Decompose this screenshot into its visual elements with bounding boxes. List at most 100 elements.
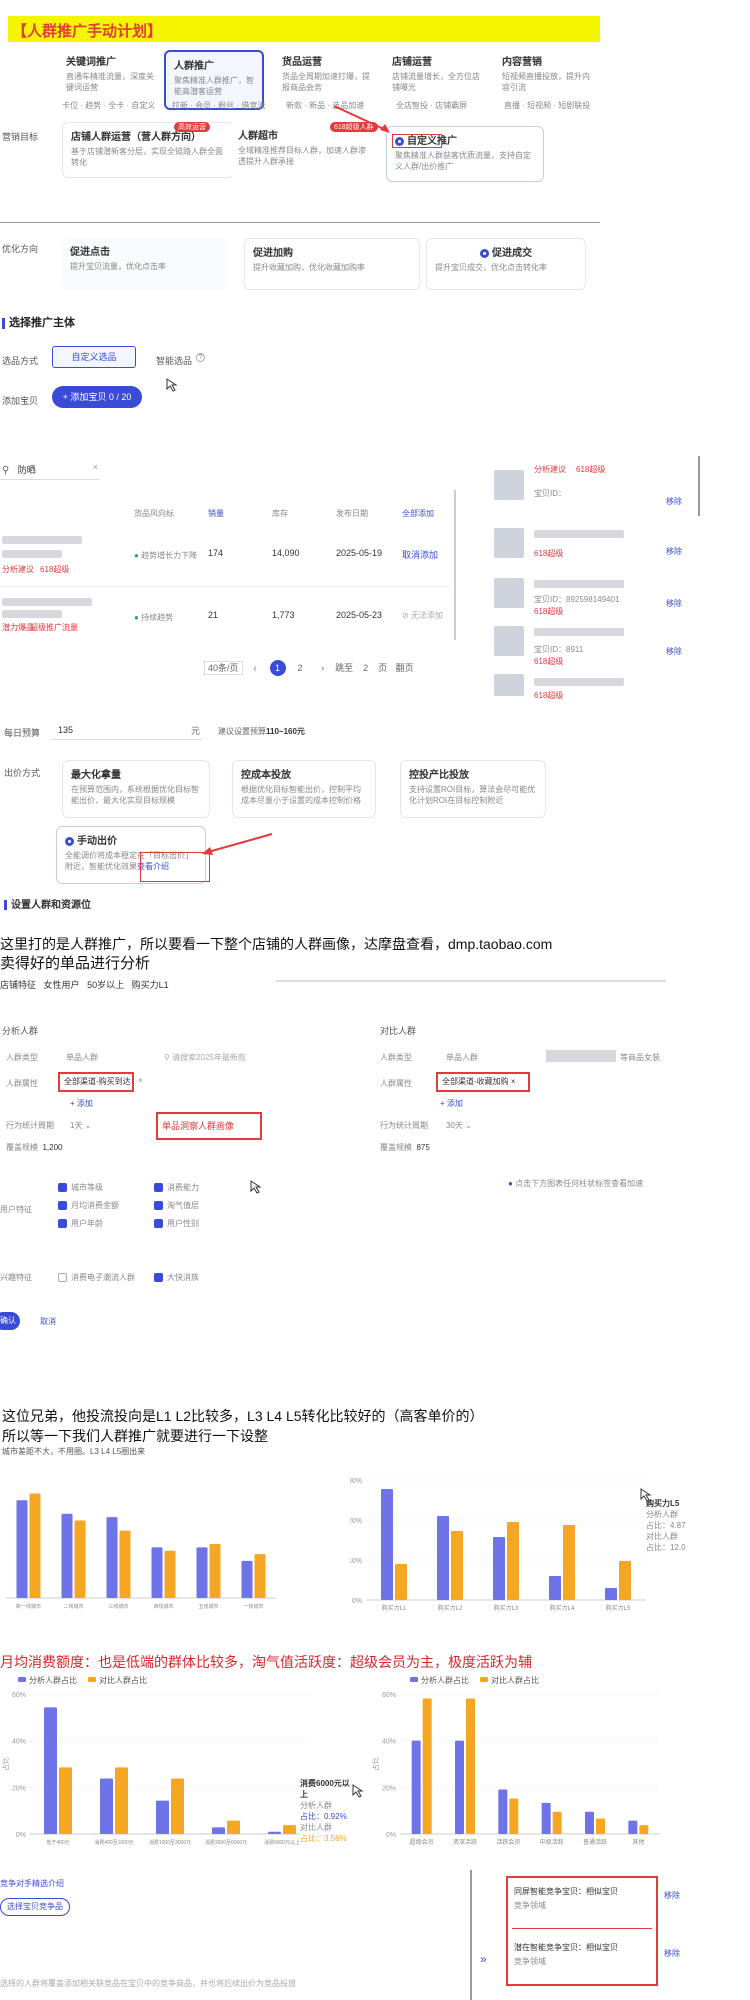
bar <box>16 1500 28 1598</box>
blurred-field <box>546 1050 616 1062</box>
remove-link[interactable]: 移除 <box>664 1890 680 1901</box>
check-city[interactable]: 城市等级 <box>58 1182 103 1193</box>
budget-value: 135 <box>58 725 74 735</box>
bar <box>44 1707 57 1834</box>
bid-max[interactable]: 最大化拿量 在预算范围内，系统根据优化目标智能出价，最大化实现目标规模 <box>62 760 210 818</box>
check-age[interactable]: 用户年龄 <box>58 1218 103 1229</box>
add-attr-link[interactable]: + 添加 <box>440 1098 463 1109</box>
chip-close-icon[interactable]: × <box>138 1076 143 1085</box>
remove-link[interactable]: 移除 <box>666 496 682 507</box>
x-tick-label: 购买力L1 <box>382 1604 407 1612</box>
scene-tags: 拉新 · 会员 · 粉丝 · 借竞流 <box>172 101 266 110</box>
bar <box>507 1522 519 1600</box>
city-level-chart: 新一线城市 二线城市 三线城市 四线城市 五线城市 一线城市 <box>6 1493 276 1610</box>
select-competitor-button[interactable]: 选择宝贝竞争品 <box>0 1898 70 1916</box>
x-tick-label: 低于400元 <box>46 1839 69 1846</box>
add-product-button[interactable]: + 添加宝贝 0 / 20 <box>52 386 142 408</box>
row-tag: 618超级 <box>40 565 70 574</box>
clear-icon[interactable]: × <box>93 462 98 472</box>
check-gender[interactable]: 用户性别 <box>154 1218 199 1229</box>
search-icon: ⚲ <box>2 465 10 476</box>
check-label: 消费能力 <box>167 1183 199 1192</box>
optimize-deal[interactable]: 促进成交 提升宝贝成交，优化点击转化率 <box>426 238 586 290</box>
page-suffix: 页 <box>378 663 388 673</box>
add-all-link[interactable]: 全部添加 <box>402 508 434 519</box>
product-id <box>2 610 62 618</box>
stock-value: 1,773 <box>272 610 295 620</box>
x-tick-label: 三线城市 <box>108 1603 128 1610</box>
optimize-click[interactable]: 促进点击 提升宝贝流量，优化点击率 <box>62 238 228 290</box>
checkbox-icon <box>58 1273 67 1283</box>
search-placeholder: 请搜索2025年最新款 <box>172 1053 246 1062</box>
remove-link[interactable]: 移除 <box>664 1948 680 1959</box>
prev-page[interactable]: ‹ <box>247 660 263 676</box>
expand-icon[interactable]: » <box>480 1952 487 1966</box>
bar <box>437 1516 449 1600</box>
scale-value: 1,200 <box>42 1143 63 1152</box>
legend-label: 对比人群占比 <box>491 1675 539 1685</box>
page-1[interactable]: 1 <box>269 660 286 676</box>
page-size-select[interactable]: 40条/页 <box>204 661 243 675</box>
optimize-cart[interactable]: 促进加购 提升收藏加购，优化收藏加购率 <box>244 238 420 290</box>
jump-button[interactable]: 翻页 <box>396 660 414 676</box>
bid-roi[interactable]: 控投产比投放 支持设置ROI目标，算法会尽可能优化计划ROI在目标控制附近 <box>400 760 546 818</box>
remove-link[interactable]: 移除 <box>666 598 682 609</box>
x-tick-label: 二线城市 <box>63 1603 83 1610</box>
option-title: 控投产比投放 <box>409 770 469 781</box>
col-date[interactable]: 发布日期 <box>336 508 368 519</box>
x-tick-label: 其他 <box>632 1838 644 1846</box>
period-select[interactable]: 30天 ⌄ <box>446 1120 472 1131</box>
cancel-button[interactable]: 取消 <box>40 1316 56 1327</box>
attr-chip[interactable]: 全部渠道-购买到达 <box>58 1072 134 1092</box>
target-badge: 高效运营 <box>174 122 210 132</box>
annotation-note: 城市差距不大，不用圈。L3 L4 L5圈出来 <box>2 1447 146 1456</box>
tooltip-row: 分析人群 <box>646 1510 678 1519</box>
check-label: 大快消族 <box>167 1273 199 1282</box>
crowd-search[interactable]: ⚲ 请搜索2025年最新款 <box>164 1052 246 1063</box>
search-value: 等商品女装 <box>620 1053 660 1062</box>
product-selector: ⚲ 防晒 × 货品风向标 销量 库存 发布日期 全部添加 分析建议 618超级 … <box>0 450 750 700</box>
scale-row: 覆盖规模 875 <box>380 1142 430 1153</box>
remove-link[interactable]: 取消添加 <box>402 548 438 561</box>
scene-panel: 【人群推广手动计划】 关键词推广 直通车精准流量，深度关键词运营 人群推广 聚焦… <box>0 0 750 232</box>
legend-swatch <box>480 1677 488 1682</box>
x-tick-label: 一线城市 <box>243 1603 263 1610</box>
check-label: 月均消费金额 <box>71 1201 119 1210</box>
panel-scrollbar[interactable] <box>698 456 700 516</box>
y-tick-label: 0% <box>386 1832 396 1839</box>
col-stock[interactable]: 库存 <box>272 508 288 519</box>
goto-input[interactable]: 2 <box>358 660 374 676</box>
page-2[interactable]: 2 <box>292 660 308 676</box>
col-sales[interactable]: 销量 <box>208 508 224 519</box>
tooltip-row: 占比：0.92% <box>300 1812 347 1821</box>
cursor-icon <box>352 1784 364 1798</box>
x-tick-label: 购买力L2 <box>438 1604 463 1612</box>
bid-cost[interactable]: 控成本投放 根据优化目标智能出价，控制平均成本尽量小于设置的成本控制价格 <box>232 760 376 818</box>
bar <box>466 1698 475 1834</box>
scene-title: 店铺运营 <box>392 57 432 68</box>
item-id: 宝贝ID： <box>534 489 566 498</box>
col-trend: 货品风向标 <box>134 509 174 518</box>
check-electronics[interactable]: 消费电子潮流人群 <box>58 1272 135 1283</box>
period-select[interactable]: 1天 ⌄ <box>70 1120 91 1131</box>
type-select[interactable]: 单品人群 <box>446 1052 478 1063</box>
attr-chip[interactable]: 全部渠道-收藏加购 × <box>436 1072 530 1092</box>
remove-link[interactable]: 移除 <box>666 546 682 557</box>
check-fmcg[interactable]: 大快消族 <box>154 1272 199 1283</box>
mode-custom-button[interactable]: 自定义选品 <box>52 346 136 368</box>
check-consume[interactable]: 消费能力 <box>154 1182 199 1193</box>
info-tip: ● 点击下方图表任何柱状标签查看加速 <box>508 1178 643 1189</box>
mode-smart-button[interactable]: 智能选品 <box>156 354 192 367</box>
budget-input[interactable]: 135 元 <box>52 720 202 740</box>
check-monthly[interactable]: 月均消费金额 <box>58 1200 119 1211</box>
remove-link[interactable]: 移除 <box>666 646 682 657</box>
type-select[interactable]: 单品人群 <box>66 1052 98 1063</box>
next-page[interactable]: › <box>315 660 331 676</box>
check-taoqi[interactable]: 淘气值层 <box>154 1200 199 1211</box>
competitor-panel: 竞争对手精选介绍 选择宝贝竞争品 选择的人群将覆盖添加相关联竞品在宝贝中的竞争商… <box>0 1870 750 2000</box>
search-input[interactable]: ⚲ 防晒 × <box>0 460 100 480</box>
competitor-link[interactable]: 竞争对手精选介绍 <box>0 1878 64 1889</box>
add-attr-link[interactable]: + 添加 <box>70 1098 93 1109</box>
scrollbar[interactable] <box>454 490 456 640</box>
confirm-button[interactable]: 确认 <box>0 1312 20 1330</box>
